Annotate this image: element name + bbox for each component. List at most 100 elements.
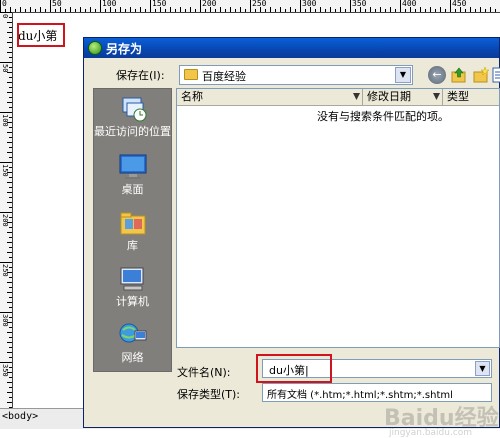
ruler-number: 100 <box>102 0 117 8</box>
ruler-tick <box>9 177 12 178</box>
ruler-tick <box>90 7 91 12</box>
ruler-tick <box>9 97 12 98</box>
column-header-type[interactable]: 类型 <box>443 89 499 105</box>
place-network[interactable]: 网络 <box>94 321 171 364</box>
ruler-tick <box>375 9 376 12</box>
ruler-tick <box>9 397 12 398</box>
ruler-tick <box>330 7 331 12</box>
ruler-tick <box>0 112 12 113</box>
dialog-titlebar[interactable]: 另存为 <box>84 38 499 58</box>
ruler-tick <box>400 0 401 12</box>
ruler-number: 350 <box>352 0 367 8</box>
ruler-tick <box>7 242 12 243</box>
ruler-tick <box>65 9 66 12</box>
place-computer[interactable]: 计算机 <box>94 265 171 308</box>
chevron-down-icon[interactable] <box>433 93 440 100</box>
ruler-tick <box>9 127 12 128</box>
ruler-tick <box>425 9 426 12</box>
ruler-tick <box>0 362 12 363</box>
ruler-tick <box>185 9 186 12</box>
ruler-number: 50 <box>1 64 9 73</box>
folder-icon <box>184 69 198 80</box>
ruler-tick <box>9 357 12 358</box>
ruler-tick <box>0 62 12 63</box>
save-in-select[interactable]: 百度经验 ▼ <box>179 65 413 85</box>
ruler-tick <box>7 402 12 403</box>
ruler-tick <box>9 247 12 248</box>
ruler-tick <box>120 7 121 12</box>
views-icon[interactable] <box>492 66 500 84</box>
ruler-tick <box>300 0 301 12</box>
up-folder-icon[interactable] <box>450 66 468 84</box>
place-label: 桌面 <box>121 183 144 196</box>
ruler-tick <box>0 212 12 213</box>
ruler-tick <box>220 7 221 12</box>
ruler-tick <box>155 9 156 12</box>
ruler-tick <box>9 287 12 288</box>
place-recent[interactable]: 最近访问的位置 <box>94 95 171 138</box>
ruler-tick <box>125 9 126 12</box>
new-folder-icon[interactable] <box>472 66 490 84</box>
column-label: 名称 <box>181 90 203 103</box>
ruler-tick <box>9 267 12 268</box>
ruler-tick <box>7 252 12 253</box>
ruler-tick <box>250 0 251 12</box>
chevron-down-icon[interactable]: ▼ <box>475 361 490 376</box>
ruler-tick <box>70 7 71 12</box>
ruler-tick <box>245 9 246 12</box>
network-icon <box>118 321 148 349</box>
ruler-tick <box>415 9 416 12</box>
ruler-tick <box>130 7 131 12</box>
vertical-ruler: 0 50 100 150 200 250 300 350 <box>0 12 13 412</box>
place-label: 最近访问的位置 <box>94 125 171 138</box>
ruler-tick <box>9 307 12 308</box>
file-list[interactable]: 名称 修改日期 类型 没有与搜索条件匹配的项。 <box>176 88 500 348</box>
ruler-tick <box>135 9 136 12</box>
ruler-tick <box>145 9 146 12</box>
ruler-tick <box>75 9 76 12</box>
desktop-icon <box>118 153 148 181</box>
ruler-tick <box>9 67 12 68</box>
computer-icon <box>118 265 148 293</box>
ruler-tick <box>480 7 481 12</box>
chevron-down-icon[interactable] <box>353 93 360 100</box>
column-header-name[interactable]: 名称 <box>177 89 363 105</box>
ruler-tick <box>0 312 12 313</box>
ruler-tick <box>25 9 26 12</box>
place-libraries[interactable]: 库 <box>94 209 171 252</box>
libraries-icon <box>118 209 148 237</box>
ruler-tick <box>9 157 12 158</box>
ruler-tick <box>7 92 12 93</box>
ruler-number: 200 <box>1 214 9 227</box>
filetype-label: 保存类型(T): <box>177 388 241 401</box>
ruler-tick <box>240 7 241 12</box>
ruler-tick <box>9 367 12 368</box>
ruler-tick <box>275 9 276 12</box>
tag-selector-body[interactable]: <body> <box>2 411 38 422</box>
column-header-modified[interactable]: 修改日期 <box>363 89 443 105</box>
ruler-tick <box>9 187 12 188</box>
ruler-number: 300 <box>302 0 317 8</box>
save-as-dialog: 另存为 保存在(I): 百度经验 ▼ ← 最近访问的位置 桌面 库 计算机 网络… <box>83 37 500 438</box>
ruler-number: 300 <box>1 314 9 327</box>
place-desktop[interactable]: 桌面 <box>94 153 171 196</box>
ruler-tick <box>9 167 12 168</box>
chevron-down-icon[interactable]: ▼ <box>395 67 411 83</box>
ruler-tick <box>45 9 46 12</box>
ruler-tick <box>420 7 421 12</box>
ruler-tick <box>7 332 12 333</box>
ruler-number: 400 <box>402 0 417 8</box>
ruler-tick <box>7 182 12 183</box>
ruler-tick <box>495 9 496 12</box>
ruler-tick <box>280 7 281 12</box>
ruler-tick <box>190 7 191 12</box>
ruler-tick <box>335 9 336 12</box>
ruler-tick <box>225 9 226 12</box>
ruler-tick <box>9 57 12 58</box>
back-icon[interactable]: ← <box>428 66 446 84</box>
ruler-tick <box>20 7 21 12</box>
ruler-tick <box>35 9 36 12</box>
ruler-tick <box>7 42 12 43</box>
ruler-tick <box>9 217 12 218</box>
ruler-tick <box>7 292 12 293</box>
